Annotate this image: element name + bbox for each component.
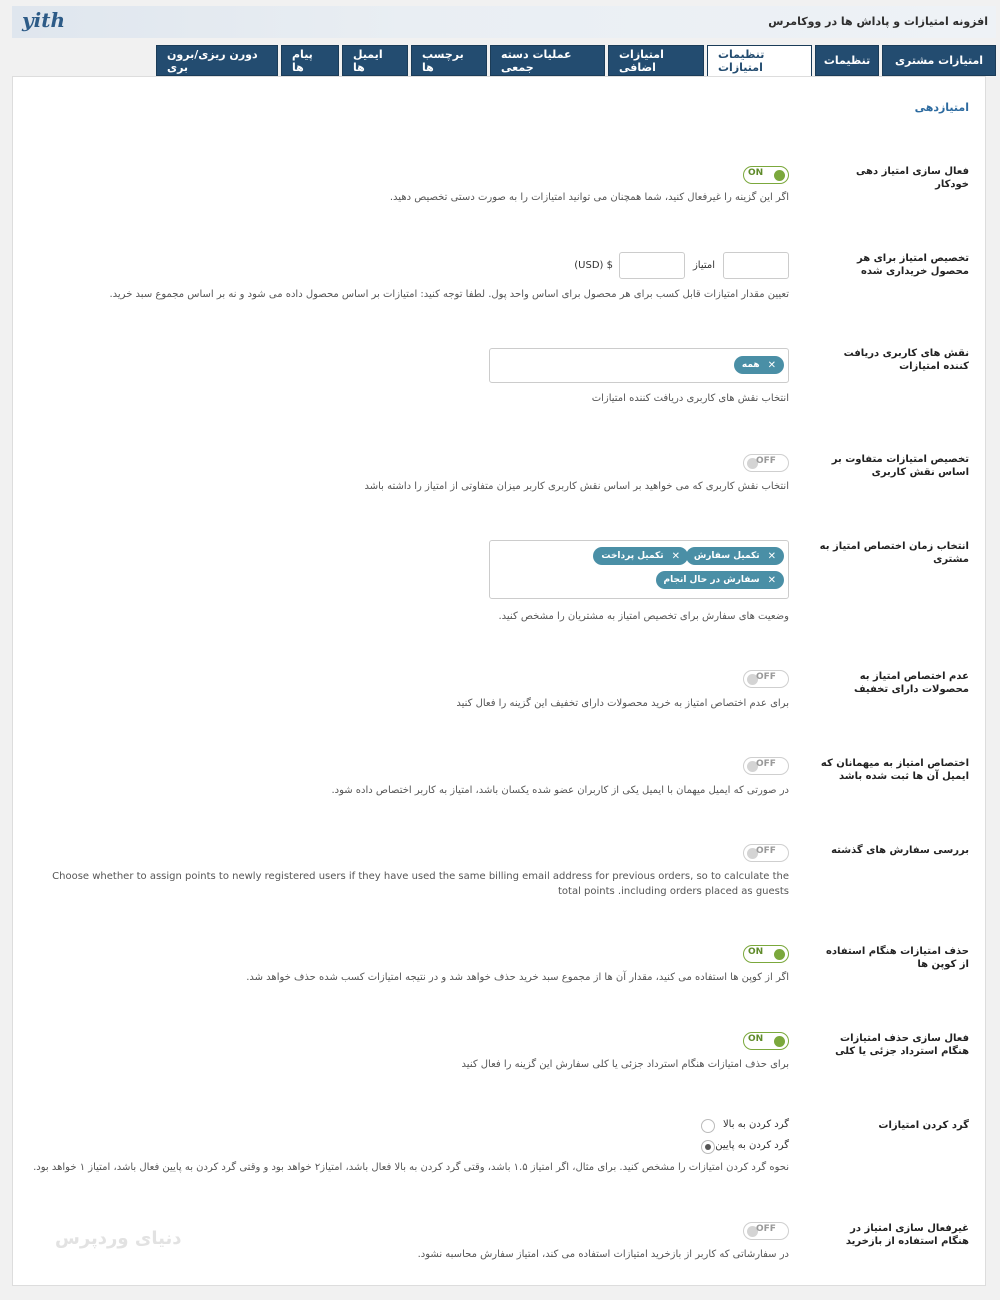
status-chip-processing[interactable]: ✕ سفارش در حال انجام (655, 571, 784, 589)
toggle-knob (774, 1036, 785, 1047)
remove-chip-icon[interactable]: ✕ (672, 551, 680, 562)
yith-logo: yith (22, 8, 65, 32)
coupon-remove-toggle[interactable]: ON (743, 945, 789, 963)
toggle-state: OFF (756, 759, 776, 769)
coupon-remove-desc: اگر از کوپن ها استفاده می کنید، مقدار آن… (246, 972, 789, 983)
tab-bulk-actions[interactable]: عملیات دسته جمعی (490, 45, 605, 76)
redeem-disable-label: غیرفعال سازی امتیاز در هنگام استفاده از … (845, 1223, 969, 1247)
remove-chip-icon[interactable]: ✕ (768, 360, 776, 371)
no-discount-toggle[interactable]: OFF (743, 670, 789, 688)
tab-extra-points[interactable]: امتیازات اضافی (608, 45, 704, 76)
role-points-label: تخصیص امتیازات متفاوت بر اساس نقش کاربری (831, 454, 969, 478)
tab-messages[interactable]: پیام ها (281, 45, 339, 76)
remove-chip-icon[interactable]: ✕ (768, 575, 776, 586)
points-per-product-input[interactable] (723, 252, 789, 279)
redeem-disable-toggle[interactable]: OFF (743, 1222, 789, 1240)
auto-points-label: فعال سازی امتیاز دهی خودکار (855, 166, 969, 190)
toggle-state: ON (748, 947, 764, 957)
tab-import-export[interactable]: دورن ریزی/برون بری (156, 45, 278, 76)
chip-label: سفارش در حال انجام (663, 575, 760, 585)
section-title: امتیازدهی (914, 101, 969, 114)
status-chip-completed[interactable]: ✕ تکمیل سفارش (685, 547, 784, 565)
refund-remove-toggle[interactable]: ON (743, 1032, 789, 1050)
round-down-radio[interactable] (701, 1140, 715, 1154)
refund-remove-label: فعال سازی حذف امتیازات هنگام استرداد جزئ… (835, 1033, 969, 1057)
watermark: دنیای وردپرس (55, 1228, 182, 1249)
toggle-state: OFF (756, 456, 776, 466)
tab-settings[interactable]: تنظیمات (815, 45, 879, 76)
auto-points-desc: اگر این گزینه را غیرفعال کنید، شما همچنا… (389, 192, 789, 203)
toggle-state: ON (748, 168, 764, 178)
chip-label: تکمیل سفارش (693, 551, 760, 561)
auto-points-toggle[interactable]: ON (743, 166, 789, 184)
settings-panel: امتیازدهی فعال سازی امتیاز دهی خودکار ON… (12, 76, 986, 1286)
chip-label: تکمیل پرداخت (601, 551, 664, 561)
settings-tabs: امتیازات مشتری تنظیمات تنظیمات امتیازات … (130, 45, 996, 77)
no-discount-desc: برای عدم اختصاص امتیاز به خرید محصولات د… (456, 698, 789, 709)
role-chip-all[interactable]: ✕ همه (733, 356, 784, 374)
user-roles-label: نقش های کاربری دریافت کننده امتیازات (843, 348, 969, 372)
order-status-select[interactable]: ✕ تکمیل سفارش ✕ تکمیل پرداخت ✕ سفارش در … (489, 540, 789, 599)
no-discount-label: عدم اختصاص امتیاز به محصولات دارای تخفیف (853, 671, 969, 695)
round-down-label: گرد کردن به پایین (715, 1140, 789, 1151)
tab-emails[interactable]: ایمیل ها (342, 45, 408, 76)
currency-label: (USD) $ (574, 260, 613, 271)
toggle-knob (774, 949, 785, 960)
past-orders-toggle[interactable]: OFF (743, 844, 789, 862)
user-roles-select[interactable]: ✕ همه (489, 348, 789, 383)
past-orders-desc: Choose whether to assign points to newly… (52, 871, 789, 897)
status-chip-payment-complete[interactable]: ✕ تکمیل پرداخت (593, 547, 688, 565)
chip-label: همه (741, 360, 760, 370)
toggle-state: OFF (756, 1224, 776, 1234)
coupon-remove-label: حذف امتیازات هنگام استفاده از کوپن ها (825, 946, 969, 970)
tab-points-settings[interactable]: تنظیمات امتیازات (707, 45, 812, 77)
toggle-state: OFF (756, 672, 776, 682)
guests-label: اختصاص امتیاز به میهمانان که ایمیل آن ها… (820, 758, 969, 782)
guests-toggle[interactable]: OFF (743, 757, 789, 775)
tab-labels[interactable]: برچسب ها (411, 45, 487, 76)
user-roles-desc: انتخاب نقش های کاربری دریافت کننده امتیا… (591, 393, 789, 404)
remove-chip-icon[interactable]: ✕ (768, 551, 776, 562)
plugin-header: yith افزونه امتیازات و پاداش ها در ووکام… (12, 6, 996, 38)
role-points-toggle[interactable]: OFF (743, 454, 789, 472)
per-product-label: تخصیص امتیاز برای هر محصول خریداری شده (856, 253, 969, 277)
rounding-desc: نحوه گرد کردن امتیازات را مشخص کنید. برا… (33, 1162, 789, 1173)
guests-desc: در صورتی که ایمیل میهمان با ایمیل یکی از… (331, 785, 789, 796)
toggle-knob (774, 170, 785, 181)
toggle-state: ON (748, 1034, 764, 1044)
currency-amount-input[interactable] (619, 252, 685, 279)
per-product-desc: تعیین مقدار امتیازات قابل کسب برای هر مح… (109, 289, 789, 300)
past-orders-label: بررسی سفارش های گذشته (831, 845, 969, 856)
refund-remove-desc: برای حذف امتیازات هنگام استرداد جزئی یا … (461, 1059, 789, 1070)
order-status-desc: وضعیت های سفارش برای تخصیص امتیاز به مشت… (498, 611, 789, 622)
redeem-disable-desc: در سفارشاتی که کاربر از بازخرید امتیازات… (417, 1249, 789, 1260)
order-status-label: انتخاب زمان اختصاص امتیاز به مشتری (819, 541, 969, 565)
round-up-label: گرد کردن به بالا (722, 1119, 789, 1130)
role-points-desc: انتخاب نقش کاربری که می خواهید بر اساس ن… (364, 481, 789, 492)
round-up-radio[interactable] (701, 1119, 715, 1133)
rounding-label: گرد کردن امتیازات (878, 1120, 969, 1131)
toggle-state: OFF (756, 846, 776, 856)
tab-customer-points[interactable]: امتیازات مشتری (882, 45, 996, 76)
points-unit-label: امتیاز (692, 260, 715, 271)
plugin-title: افزونه امتیازات و پاداش ها در ووکامرس (768, 15, 988, 28)
